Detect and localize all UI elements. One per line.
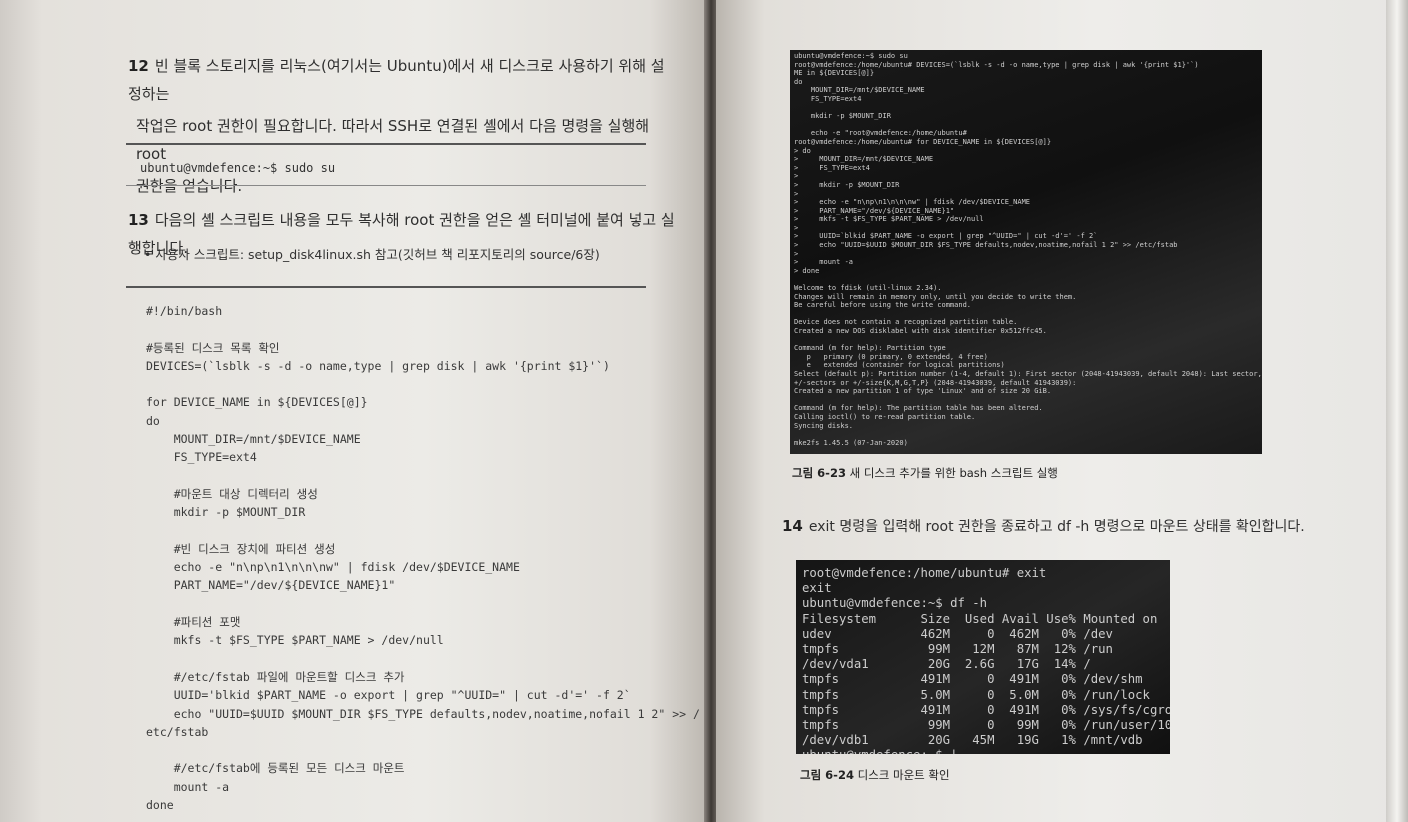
page-edge (1386, 0, 1408, 822)
terminal-output: ubuntu@vmdefence:~$ sudo su root@vmdefen… (794, 52, 1262, 447)
figure-caption: 그림 6-24 디스크 마운트 확인 (800, 767, 950, 783)
figure-title: 새 디스크 추가를 위한 bash 스크립트 실행 (849, 466, 1058, 480)
step-14: 14 exit 명령을 입력해 root 권한을 종료하고 df -h 명령으로 … (782, 512, 1382, 541)
right-page: ubuntu@vmdefence:~$ sudo su root@vmdefen… (716, 0, 1408, 822)
figure-number: 그림 6-24 (800, 768, 854, 782)
figure-number: 그림 6-23 (792, 466, 846, 480)
figure-title: 디스크 마운트 확인 (857, 768, 950, 782)
script-reference: • 사용자 스크립트: setup_disk4linux.sh 참고(깃허브 책… (144, 247, 600, 262)
step-12-line-1: 12 빈 블록 스토리지를 리눅스(여기서는 Ubuntu)에서 새 디스크로 사… (128, 52, 668, 108)
step-text: exit 명령을 입력해 root 권한을 종료하고 df -h 명령으로 마운… (808, 519, 1305, 535)
command-box: ubuntu@vmdefence:~$ sudo su (126, 143, 646, 186)
step-number: 13 (128, 211, 149, 229)
step-text: 빈 블록 스토리지를 리눅스(여기서는 Ubuntu)에서 새 디스크로 사용하… (128, 57, 665, 103)
divider (126, 286, 646, 288)
command-line: ubuntu@vmdefence:~$ sudo su (140, 161, 336, 175)
script-listing: #!/bin/bash #등록된 디스크 목록 확인 DEVICES=(`lsb… (146, 304, 700, 813)
terminal-output: root@vmdefence:/home/ubuntu# exit exit u… (802, 566, 1170, 754)
step-number: 12 (128, 57, 149, 75)
terminal-screenshot-script: ubuntu@vmdefence:~$ sudo su root@vmdefen… (790, 50, 1262, 454)
step-number: 14 (782, 517, 803, 535)
left-page: 12 빈 블록 스토리지를 리눅스(여기서는 Ubuntu)에서 새 디스크로 사… (0, 0, 706, 822)
terminal-screenshot-df: root@vmdefence:/home/ubuntu# exit exit u… (796, 560, 1170, 754)
figure-caption: 그림 6-23 새 디스크 추가를 위한 bash 스크립트 실행 (792, 465, 1058, 481)
